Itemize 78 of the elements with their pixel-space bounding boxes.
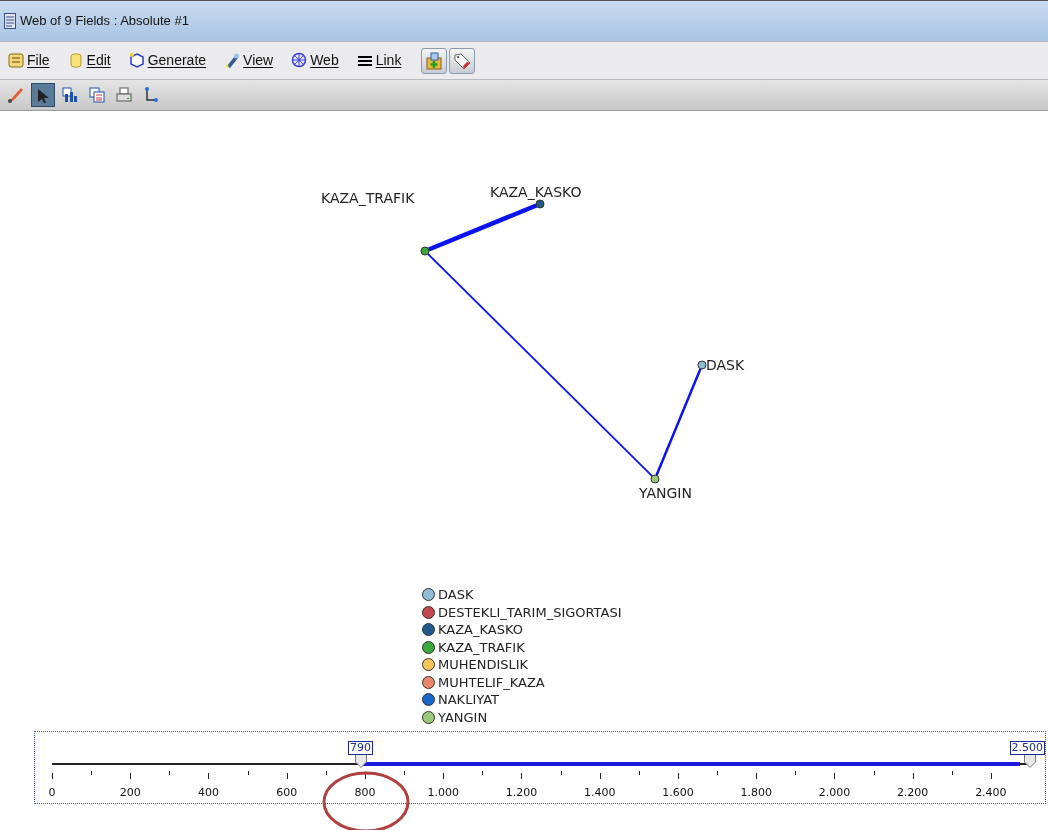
tick-label: 600 — [276, 786, 298, 799]
tick-label: 1.800 — [740, 786, 772, 799]
tick-mark — [756, 773, 758, 779]
window-title: Web of 9 Fields : Absolute #1 — [20, 12, 189, 31]
legend-label: DASK — [438, 588, 474, 602]
tick-mark — [325, 771, 327, 775]
hexagon-icon — [128, 52, 145, 69]
tick-mark — [208, 773, 210, 779]
tag-button[interactable] — [449, 47, 476, 74]
tick-mark — [990, 773, 992, 779]
tick-label: 400 — [197, 786, 219, 799]
node-label: YANGIN — [639, 485, 692, 501]
tick-label: 200 — [119, 786, 141, 799]
tick-mark — [130, 773, 132, 779]
legend-label: MUHENDISLIK — [438, 658, 529, 672]
legend-label: YANGIN — [438, 710, 488, 724]
tick-label: 2.200 — [896, 786, 929, 799]
menu-item[interactable]: Web — [291, 50, 339, 71]
window-icon — [4, 13, 16, 29]
slider-thumb[interactable] — [1024, 754, 1036, 768]
axes-icon — [142, 86, 160, 104]
range-slider[interactable]: 790 2.500 0 200 400 600 800 1.000 1.200 1.400 1.600 1.800 2.000 2.200 2.400 — [34, 731, 1046, 804]
tick-mark — [599, 773, 601, 779]
node-label: KAZA_KASKO — [490, 184, 582, 200]
slider-value: 790 — [348, 741, 374, 755]
tick-mark — [717, 771, 719, 775]
tick-mark — [169, 771, 171, 775]
tick-mark — [834, 773, 836, 779]
tick-label: 800 — [354, 786, 376, 799]
add-node-button[interactable] — [421, 47, 448, 74]
tick-mark — [443, 773, 445, 779]
tick-mark — [404, 771, 406, 775]
menu-item[interactable]: Link — [356, 50, 402, 71]
slider-value: 2.500 — [1009, 741, 1045, 755]
menu-item[interactable]: File — [8, 50, 50, 71]
folder-plus-icon — [425, 51, 444, 70]
tick-mark — [873, 771, 875, 775]
tick-mark — [364, 773, 366, 779]
folder-icon — [8, 52, 24, 69]
tick-label: 1.200 — [505, 786, 538, 799]
web-icon — [291, 52, 308, 69]
tick-label: 2.400 — [975, 786, 1007, 799]
tick-mark — [560, 771, 562, 775]
tick-mark — [482, 771, 484, 775]
tick-mark — [677, 773, 679, 779]
toolbar-button[interactable] — [31, 83, 55, 107]
legend-label: KAZA_KASKO — [438, 623, 523, 637]
menu-item[interactable]: Generate — [128, 50, 207, 71]
legend-label: MUHTELIF_KAZA — [438, 675, 545, 689]
tick-mark — [286, 773, 288, 779]
bar-chart-icon — [61, 86, 79, 104]
node-label: KAZA_TRAFIK — [321, 190, 415, 206]
tick-label: 1.600 — [662, 786, 694, 799]
menu-item[interactable]: View — [224, 50, 274, 71]
slider-thumb[interactable] — [355, 754, 368, 768]
tick-mark — [247, 771, 249, 775]
legend-label: DESTEKLI_TARIM_SIGORTASI — [438, 605, 622, 619]
tick-label: 1.000 — [427, 786, 459, 799]
tick-label: 2.000 — [818, 786, 851, 799]
menu-item[interactable]: Edit — [67, 50, 111, 71]
tick-mark — [91, 771, 93, 775]
tick-label: 1.400 — [583, 786, 616, 799]
legend-label: NAKLIYAT — [438, 693, 499, 707]
tick-mark — [795, 771, 797, 775]
table-icon — [88, 86, 106, 104]
clipboard-icon — [67, 52, 84, 69]
node-label: DASK — [706, 357, 745, 373]
tick-mark — [521, 773, 523, 779]
tick-mark — [951, 771, 953, 775]
legend-label: KAZA_TRAFIK — [438, 640, 525, 654]
flashlight-icon — [224, 52, 241, 69]
tick-label: 0 — [48, 786, 56, 799]
tick-mark — [638, 771, 640, 775]
tag-icon — [453, 51, 472, 70]
tick-mark — [52, 773, 53, 779]
printer-icon — [115, 86, 133, 104]
tick-mark — [912, 773, 914, 779]
brush-icon — [7, 86, 25, 104]
